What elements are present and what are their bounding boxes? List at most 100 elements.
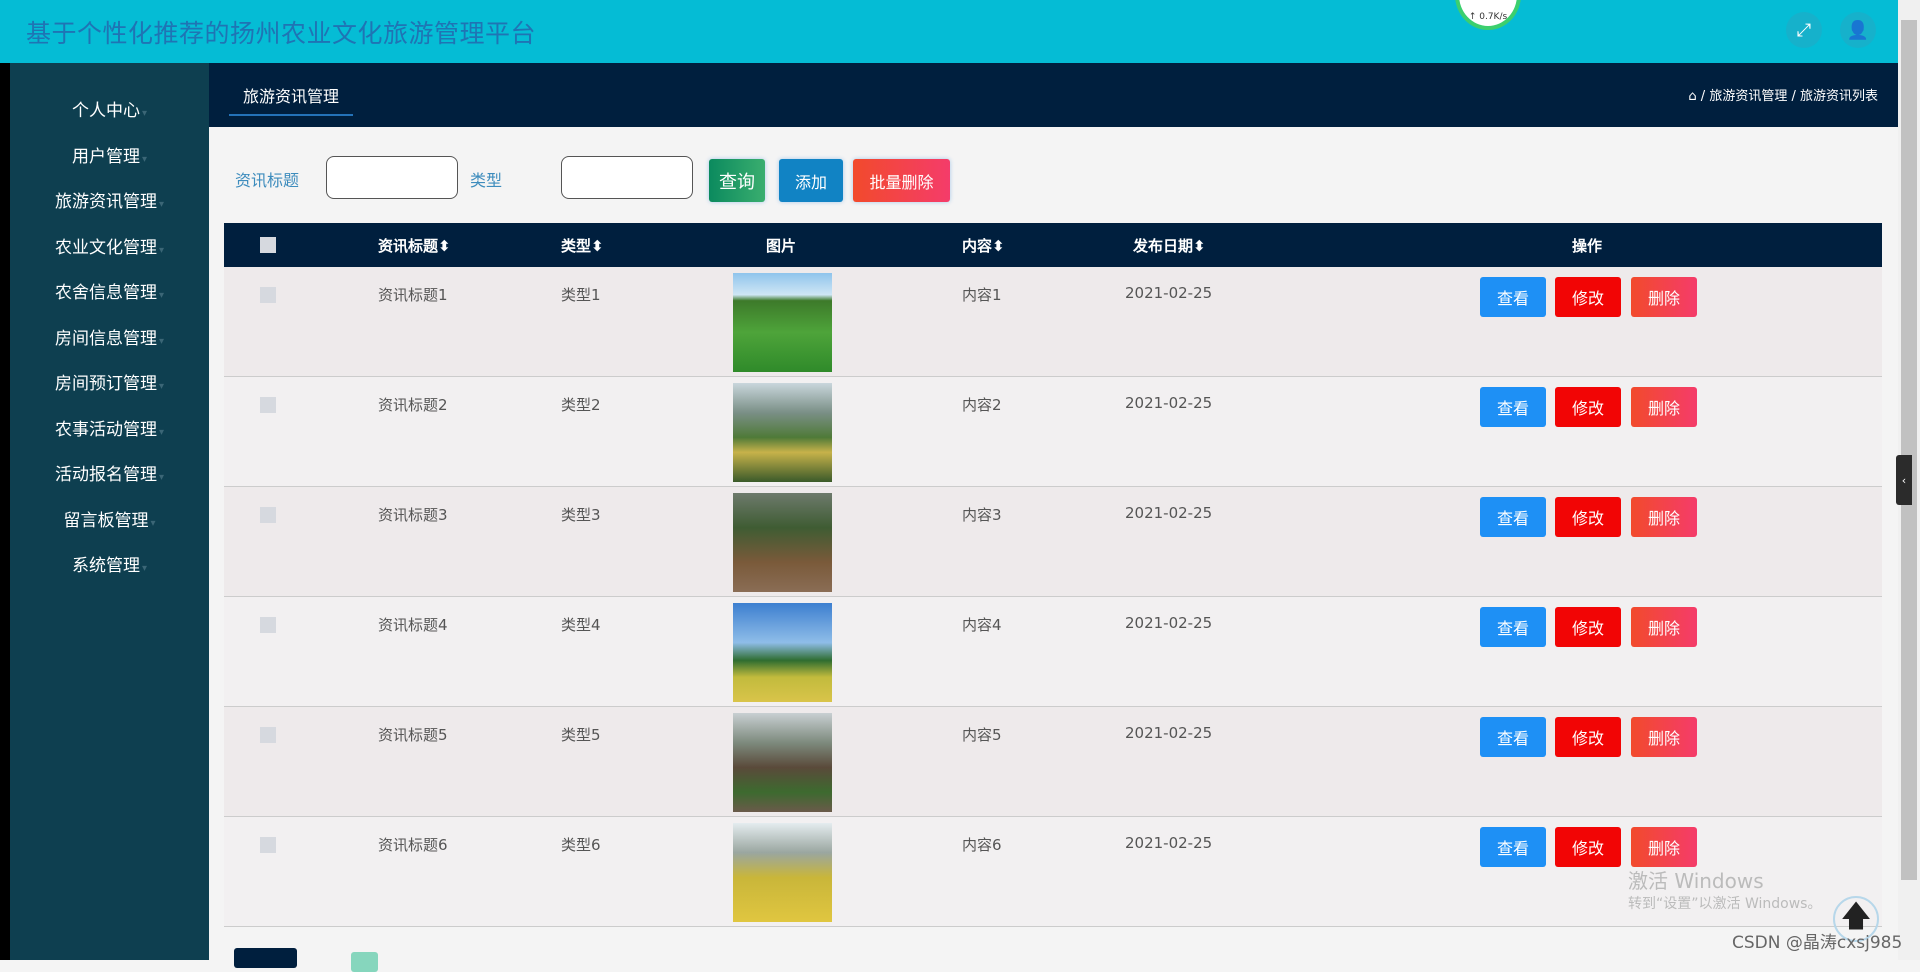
news-image[interactable]: [733, 493, 832, 592]
pagination-page[interactable]: [351, 952, 378, 972]
view-button[interactable]: 查看: [1480, 827, 1546, 867]
cell-type: 类型5: [561, 726, 601, 744]
cell-type: 类型6: [561, 836, 601, 854]
delete-button[interactable]: 删除: [1631, 827, 1697, 867]
news-image[interactable]: [733, 273, 832, 372]
sidebar-item-label: 个人中心: [71, 101, 140, 121]
col-actions: 操作: [1572, 237, 1603, 255]
row-checkbox[interactable]: [260, 617, 276, 633]
cell-date: 2021-02-25: [1125, 394, 1213, 412]
sidebar-item[interactable]: 农事活动管理 ▾: [10, 415, 209, 440]
news-image[interactable]: [733, 823, 832, 922]
row-checkbox[interactable]: [260, 727, 276, 743]
caret-down-icon: ▾: [158, 244, 165, 256]
edit-button[interactable]: 修改: [1555, 717, 1621, 757]
network-speed-widget: ↑ 0.7K/s: [1455, 0, 1521, 30]
caret-down-icon: ▾: [158, 199, 165, 210]
col-date[interactable]: 发布日期⬍: [1133, 235, 1206, 256]
view-button[interactable]: 查看: [1480, 497, 1546, 537]
home-icon[interactable]: ⌂: [1688, 89, 1696, 104]
cell-title: 资讯标题3: [378, 506, 448, 524]
delete-button[interactable]: 删除: [1631, 387, 1697, 427]
sidebar-item[interactable]: 房间信息管理 ▾: [10, 324, 209, 349]
delete-button[interactable]: 删除: [1631, 607, 1697, 647]
col-type[interactable]: 类型⬍: [561, 235, 604, 256]
caret-down-icon: ▾: [158, 335, 165, 347]
breadcrumb-item: 旅游资讯列表: [1799, 89, 1878, 104]
news-image[interactable]: [733, 603, 832, 702]
sidebar-item[interactable]: 活动报名管理 ▾: [10, 460, 209, 485]
activate-windows-title: 激活 Windows: [1628, 869, 1764, 893]
top-header: 基于个性化推荐的扬州农业文化旅游管理平台 ↑ 0.7K/s ⤢ 👤: [0, 0, 1898, 63]
cell-content: 内容5: [962, 726, 1002, 744]
title-search-input[interactable]: [326, 156, 458, 199]
cell-type: 类型2: [561, 396, 601, 414]
sidebar-item-label: 旅游资讯管理: [54, 192, 157, 212]
sidebar-item[interactable]: 用户管理 ▾: [10, 142, 209, 167]
col-title[interactable]: 资讯标题⬍: [378, 235, 451, 256]
table-row: 资讯标题2 类型2 内容2 2021-02-25 查看 修改 删除: [224, 377, 1882, 487]
view-button[interactable]: 查看: [1480, 277, 1546, 317]
add-button[interactable]: 添加: [779, 159, 843, 202]
row-checkbox[interactable]: [260, 507, 276, 523]
delete-button[interactable]: 删除: [1631, 717, 1697, 757]
sidebar-item-label: 活动报名管理: [54, 465, 157, 485]
scrollbar-thumb[interactable]: [1901, 20, 1917, 880]
cell-content: 内容1: [962, 286, 1002, 304]
delete-button[interactable]: 删除: [1631, 277, 1697, 317]
edit-button[interactable]: 修改: [1555, 497, 1621, 537]
batch-delete-button[interactable]: 批量删除: [853, 159, 950, 202]
sidebar-item[interactable]: 旅游资讯管理 ▾: [10, 187, 209, 212]
sidebar-item-label: 农事活动管理: [54, 419, 157, 440]
query-button[interactable]: 查询: [709, 159, 765, 202]
sidebar-item[interactable]: 留言板管理 ▾: [10, 506, 209, 531]
cell-content: 内容4: [962, 616, 1002, 634]
row-checkbox[interactable]: [260, 837, 276, 853]
select-all-checkbox[interactable]: [260, 237, 276, 253]
view-button[interactable]: 查看: [1480, 387, 1546, 427]
row-checkbox[interactable]: [260, 287, 276, 303]
caret-down-icon: ▾: [141, 563, 148, 574]
activate-windows-sub: 转到“设置”以激活 Windows。: [1628, 896, 1822, 912]
caret-down-icon: ▾: [158, 426, 165, 438]
sidebar-item[interactable]: 农业文化管理 ▾: [10, 233, 209, 258]
sidebar-item-label: 系统管理: [71, 556, 140, 576]
edit-button[interactable]: 修改: [1555, 277, 1621, 317]
user-button[interactable]: 👤: [1840, 12, 1876, 48]
collapse-panel-button[interactable]: ‹: [1896, 455, 1912, 505]
cell-content: 内容2: [962, 396, 1002, 414]
cell-date: 2021-02-25: [1125, 724, 1213, 742]
left-edge: [0, 63, 10, 960]
delete-button[interactable]: 删除: [1631, 497, 1697, 537]
table-header: 资讯标题⬍ 类型⬍ 图片 内容⬍ 发布日期⬍ 操作: [224, 223, 1882, 267]
sidebar-item[interactable]: 房间预订管理 ▾: [10, 369, 209, 394]
breadcrumb-item[interactable]: 旅游资讯管理: [1709, 89, 1787, 104]
table-body: 资讯标题1 类型1 内容1 2021-02-25 查看 修改 删除 资讯标题2 类型2 内容2 20…: [224, 267, 1882, 927]
tab-news-management[interactable]: 旅游资讯管理: [229, 63, 354, 116]
title-label: 资讯标题: [235, 171, 300, 190]
sidebar-item[interactable]: 系统管理 ▾: [10, 551, 209, 576]
type-label: 类型: [470, 171, 503, 190]
view-button[interactable]: 查看: [1480, 607, 1546, 647]
row-checkbox[interactable]: [260, 397, 276, 413]
caret-down-icon: ▾: [158, 381, 165, 392]
news-image[interactable]: [733, 713, 832, 812]
view-button[interactable]: 查看: [1480, 717, 1546, 757]
edit-button[interactable]: 修改: [1555, 387, 1621, 427]
cell-content: 内容6: [962, 836, 1002, 854]
table-row: 资讯标题5 类型5 内容5 2021-02-25 查看 修改 删除: [224, 707, 1882, 817]
sidebar-item[interactable]: 农舍信息管理 ▾: [10, 278, 209, 303]
news-image[interactable]: [733, 383, 832, 482]
edit-button[interactable]: 修改: [1555, 827, 1621, 867]
cell-title: 资讯标题2: [378, 396, 448, 414]
fullscreen-button[interactable]: ⤢: [1786, 12, 1822, 48]
sidebar-item-label: 农业文化管理: [54, 237, 157, 258]
col-content[interactable]: 内容⬍: [962, 235, 1005, 256]
type-search-input[interactable]: [561, 156, 693, 199]
pagination-prev[interactable]: [234, 948, 297, 968]
caret-down-icon: ▾: [158, 472, 165, 483]
sidebar-item[interactable]: 个人中心 ▾: [10, 96, 209, 121]
sidebar-item-label: 留言板管理: [63, 510, 149, 531]
sidebar-item-label: 用户管理: [71, 146, 140, 167]
edit-button[interactable]: 修改: [1555, 607, 1621, 647]
